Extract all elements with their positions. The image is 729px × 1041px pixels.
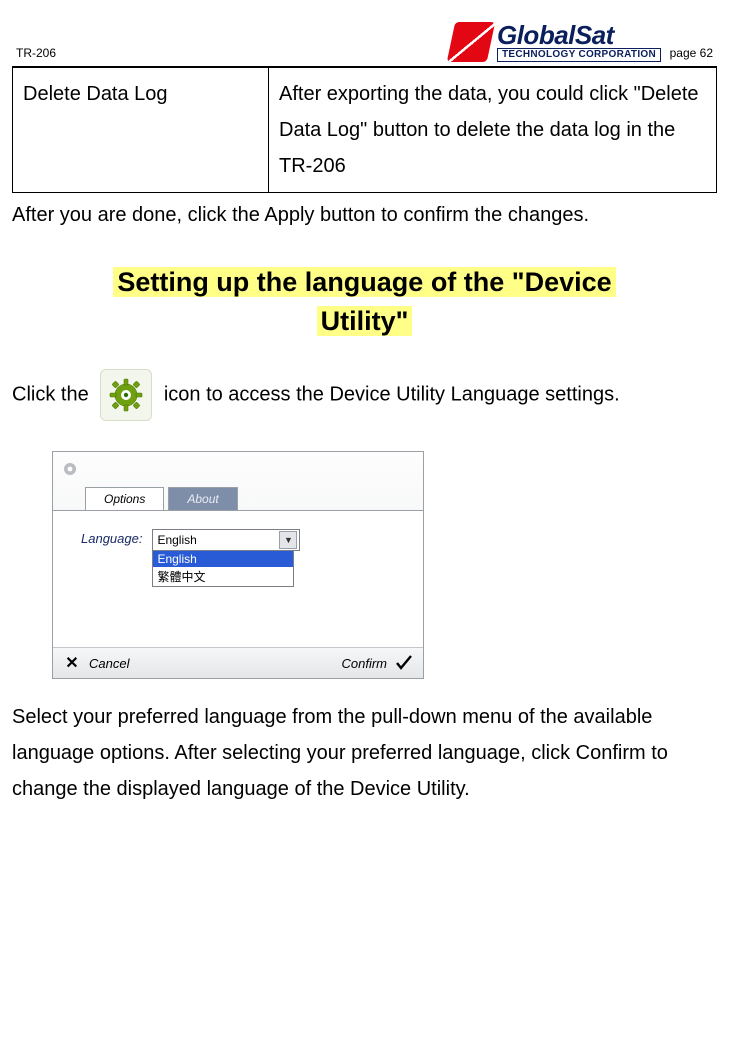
tab-options[interactable]: Options <box>85 487 164 510</box>
language-dialog: Options About Language: English ▼ Englis… <box>52 451 424 679</box>
language-option-traditional-chinese[interactable]: 繁體中文 <box>153 567 293 586</box>
language-label: Language: <box>81 529 142 546</box>
brand-name: GlobalSat <box>497 22 661 48</box>
click-the-text: Click the <box>12 384 89 406</box>
apply-instruction: After you are done, click the Apply butt… <box>12 197 717 233</box>
brand-mark-icon <box>447 22 496 62</box>
feature-table: Delete Data Log After exporting the data… <box>12 67 717 193</box>
dialog-gear-icon <box>61 466 79 481</box>
table-row: Delete Data Log After exporting the data… <box>13 68 717 193</box>
language-dropdown-list: English 繁體中文 <box>152 551 294 587</box>
dialog-body: Language: English ▼ English 繁體中文 <box>53 510 423 647</box>
chevron-down-icon: ▼ <box>279 531 297 549</box>
language-dropdown-value: English <box>157 533 196 547</box>
document-id: TR-206 <box>16 46 56 60</box>
language-option-english[interactable]: English <box>153 551 293 567</box>
dialog-tabs: Options About <box>85 487 415 510</box>
settings-gear-icon <box>100 369 152 421</box>
close-icon[interactable]: ✕ <box>63 654 81 672</box>
section-heading: Setting up the language of the "Device U… <box>12 263 717 341</box>
heading-line-1: Setting up the language of the "Device <box>113 267 615 297</box>
click-icon-instruction: Click the <box>12 369 717 421</box>
confirm-button[interactable]: Confirm <box>341 656 387 671</box>
select-language-instruction: Select your preferred language from the … <box>12 699 717 807</box>
feature-name-cell: Delete Data Log <box>13 68 269 193</box>
check-icon[interactable] <box>395 654 413 672</box>
feature-desc-cell: After exporting the data, you could clic… <box>269 68 717 193</box>
tab-about[interactable]: About <box>168 487 237 510</box>
page-number: page 62 <box>670 46 713 60</box>
brand-logo: GlobalSat TECHNOLOGY CORPORATION <box>451 22 661 62</box>
click-rest-text: icon to access the Device Utility Langua… <box>164 384 620 406</box>
language-dropdown[interactable]: English ▼ <box>152 529 300 551</box>
cancel-button[interactable]: Cancel <box>89 656 129 671</box>
heading-line-2: Utility" <box>317 306 413 336</box>
dialog-footer: ✕ Cancel Confirm <box>53 647 423 678</box>
brand-subtitle: TECHNOLOGY CORPORATION <box>497 48 661 62</box>
page-header: TR-206 GlobalSat TECHNOLOGY CORPORATION … <box>12 0 717 66</box>
